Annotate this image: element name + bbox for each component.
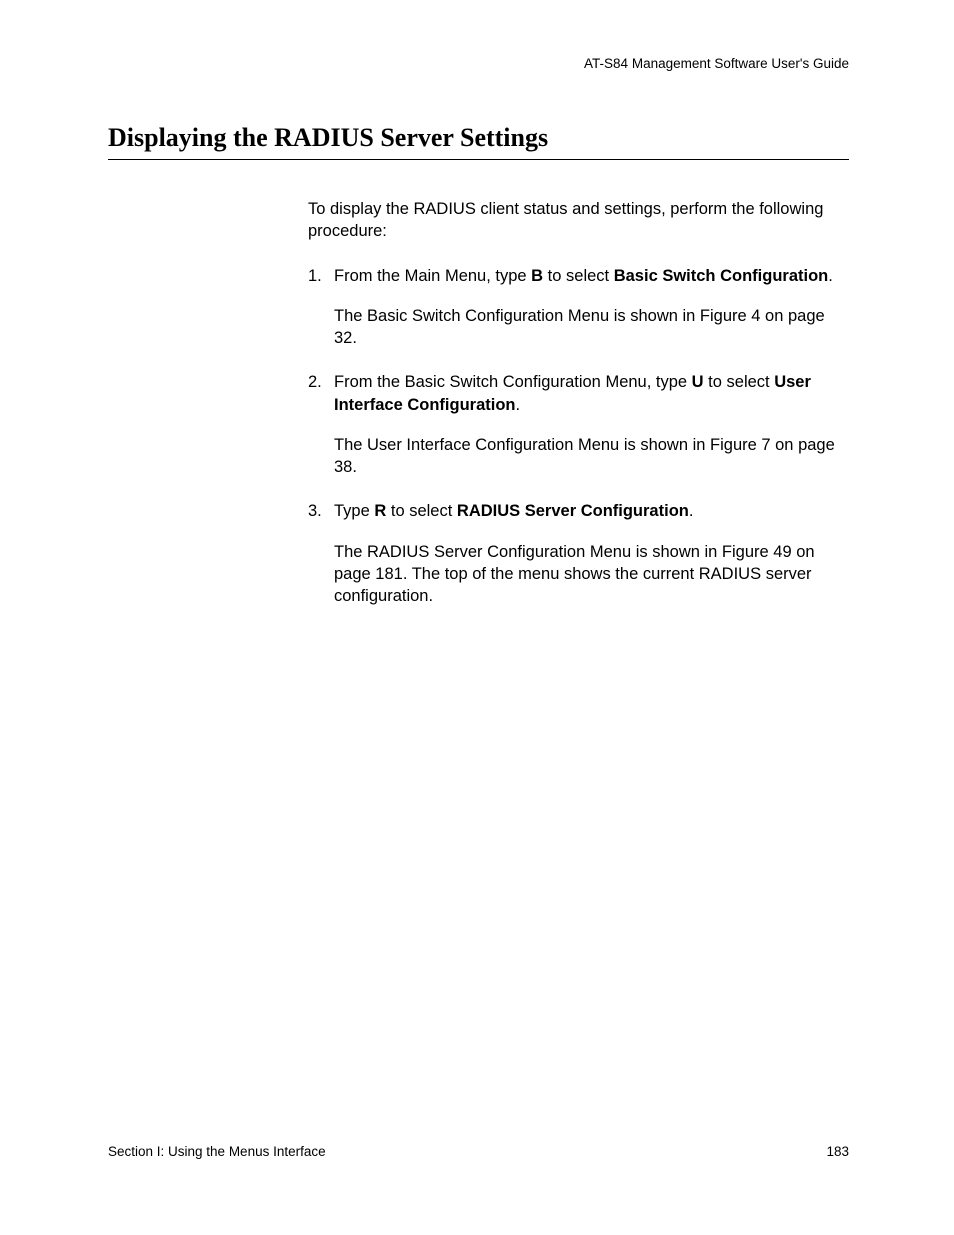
step-bold-key: B: [531, 267, 543, 285]
footer-page-number: 183: [826, 1144, 849, 1159]
step-2: 2. From the Basic Switch Configuration M…: [308, 371, 849, 478]
step-bold-option: Basic Switch Configuration: [614, 267, 829, 285]
step-text: Type: [334, 502, 374, 520]
step-body: Type R to select RADIUS Server Configura…: [334, 500, 849, 522]
step-note: The RADIUS Server Configuration Menu is …: [334, 541, 849, 608]
step-bold-option: RADIUS Server Configuration: [457, 502, 689, 520]
step-text: to select: [704, 373, 775, 391]
content-body: To display the RADIUS client status and …: [308, 198, 849, 607]
step-text: .: [516, 396, 521, 414]
step-1: 1. From the Main Menu, type B to select …: [308, 265, 849, 350]
step-text: From the Main Menu, type: [334, 267, 531, 285]
step-body: From the Basic Switch Configuration Menu…: [334, 371, 849, 416]
step-text: .: [689, 502, 694, 520]
step-body: From the Main Menu, type B to select Bas…: [334, 265, 849, 287]
step-3: 3. Type R to select RADIUS Server Config…: [308, 500, 849, 607]
step-number: 1.: [308, 265, 334, 287]
step-note: The User Interface Configuration Menu is…: [334, 434, 849, 479]
step-bold-key: U: [692, 373, 704, 391]
step-bold-key: R: [374, 502, 386, 520]
step-text: to select: [386, 502, 457, 520]
step-note: The Basic Switch Configuration Menu is s…: [334, 305, 849, 350]
footer-section-label: Section I: Using the Menus Interface: [108, 1144, 326, 1159]
intro-paragraph: To display the RADIUS client status and …: [308, 198, 849, 243]
step-number: 3.: [308, 500, 334, 522]
page-footer: Section I: Using the Menus Interface 183: [108, 1144, 849, 1159]
step-text: .: [828, 267, 833, 285]
step-text: From the Basic Switch Configuration Menu…: [334, 373, 692, 391]
section-title: Displaying the RADIUS Server Settings: [108, 123, 849, 160]
header-guide-title: AT-S84 Management Software User's Guide: [108, 56, 849, 71]
step-number: 2.: [308, 371, 334, 416]
step-text: to select: [543, 267, 614, 285]
